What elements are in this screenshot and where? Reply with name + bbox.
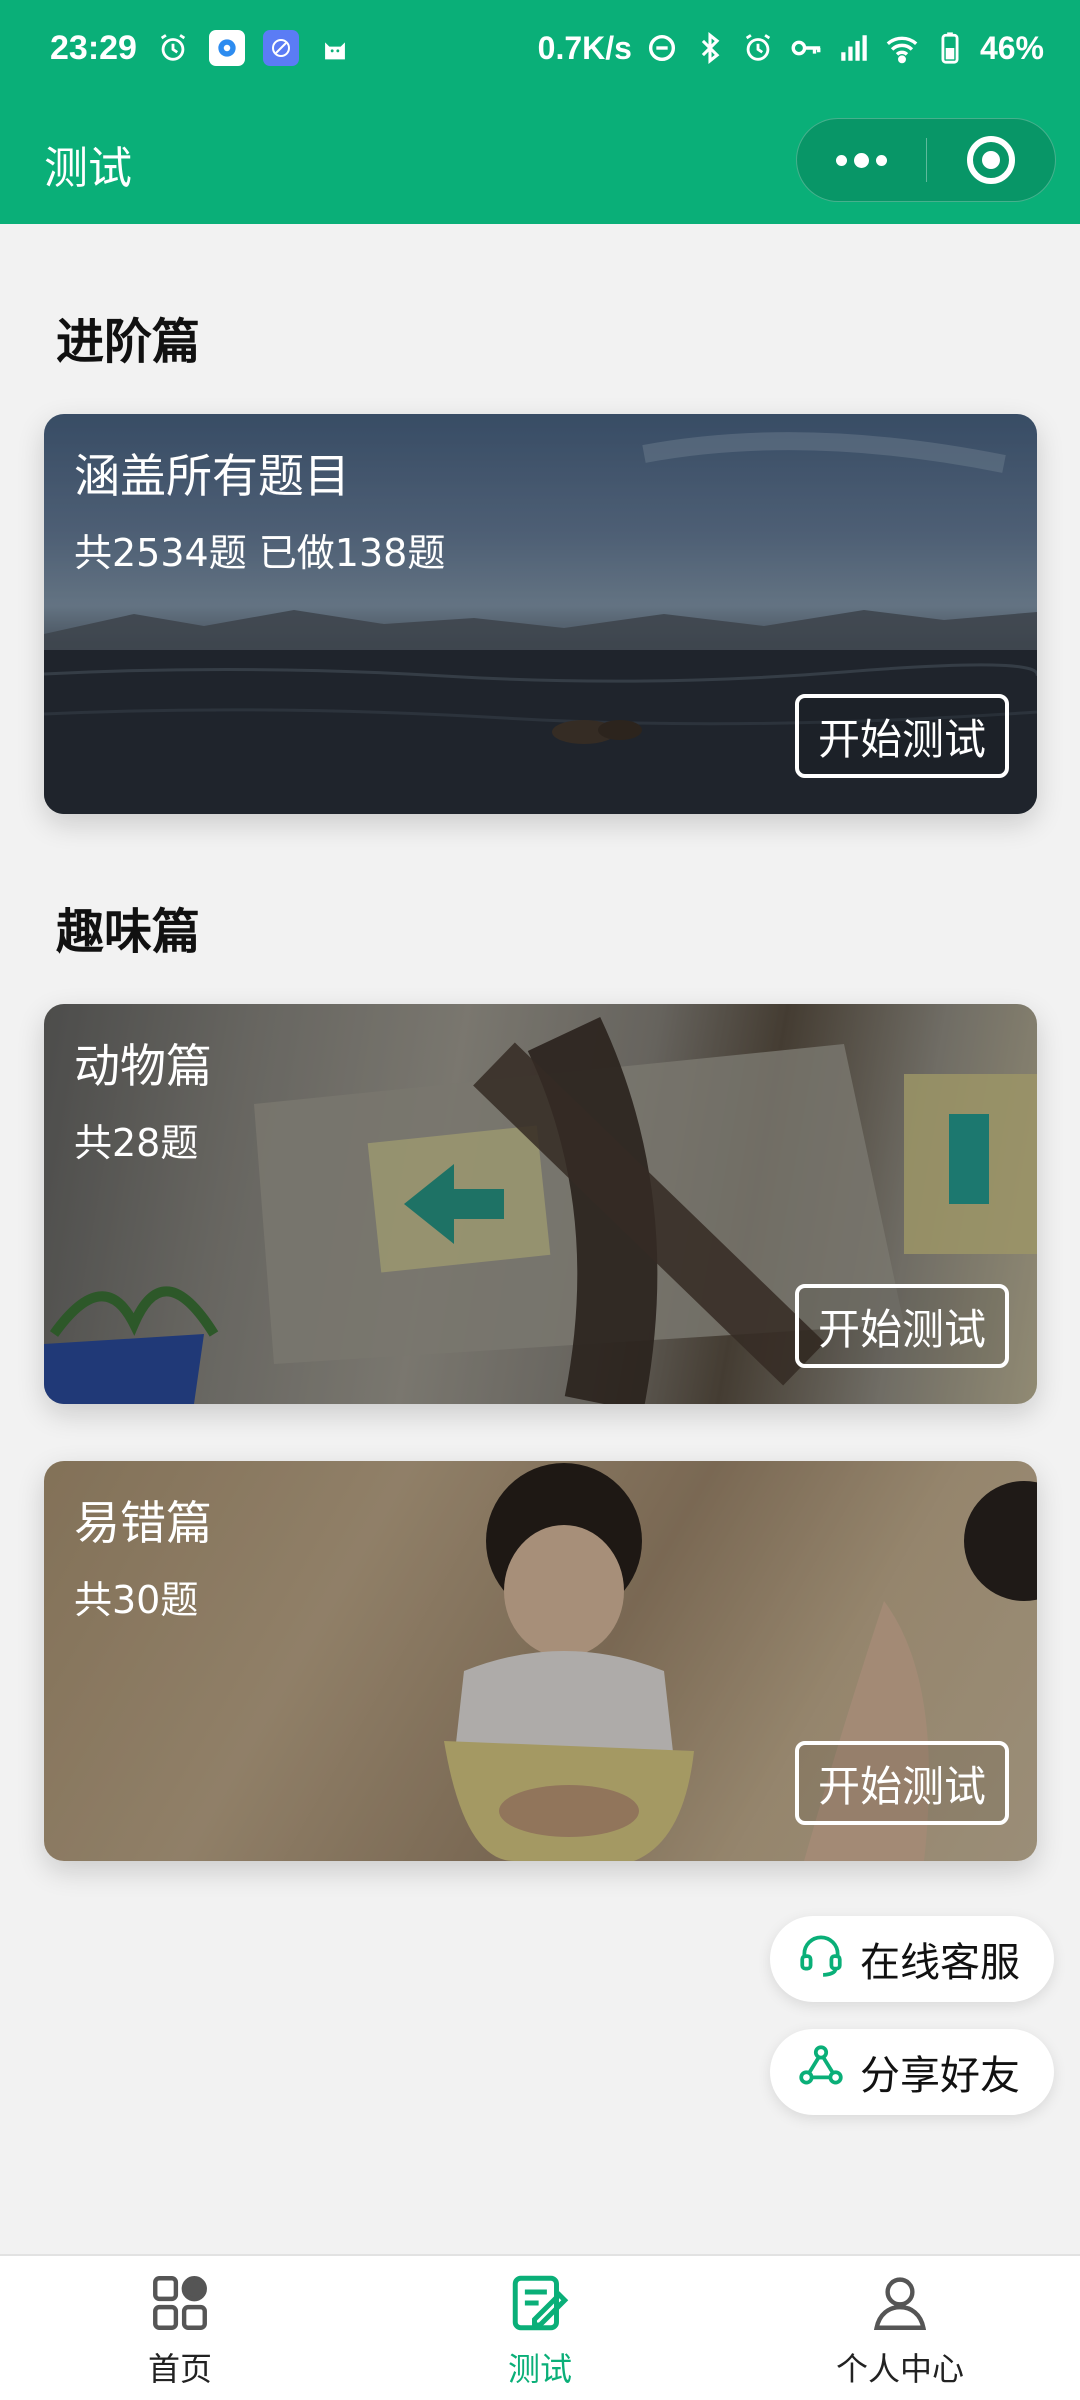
network-speed: 0.7K/s bbox=[537, 29, 632, 66]
bottom-tab-bar: 首页 测试 个人中心 bbox=[0, 2254, 1080, 2400]
nav-bar: 测试 bbox=[0, 96, 1080, 224]
card-question-count: 共28题 bbox=[74, 1121, 199, 1165]
screen: 23:29 0.7K/s 46% 测试 进阶篇 涵盖所有题目 共2534题 已做… bbox=[0, 0, 1080, 2400]
tab-home-label: 首页 bbox=[147, 2350, 212, 2388]
page-title: 测试 bbox=[44, 143, 132, 194]
tab-profile[interactable]: 个人中心 bbox=[720, 2256, 1080, 2400]
tab-test[interactable]: 测试 bbox=[360, 2256, 720, 2400]
status-bar: 23:29 0.7K/s 46% bbox=[0, 0, 1080, 96]
cat-app-icon bbox=[317, 30, 353, 66]
bluetooth-icon bbox=[692, 30, 728, 66]
tab-profile-label: 个人中心 bbox=[835, 2350, 964, 2388]
dnd-icon bbox=[644, 30, 680, 66]
alarm-icon bbox=[155, 30, 191, 66]
card-all-questions[interactable]: 涵盖所有题目 共2534题 已做138题 开始测试 bbox=[44, 414, 1037, 814]
alarm-icon-right bbox=[740, 30, 776, 66]
section-title-fun: 趣味篇 bbox=[56, 904, 201, 960]
vpn-key-icon bbox=[788, 30, 824, 66]
close-button[interactable] bbox=[926, 118, 1055, 202]
online-service-button[interactable]: 在线客服 bbox=[770, 1916, 1054, 2002]
start-test-button[interactable]: 开始测试 bbox=[795, 1284, 1009, 1368]
tab-home[interactable]: 首页 bbox=[0, 2256, 360, 2400]
card-animals[interactable]: 动物篇 共28题 开始测试 bbox=[44, 1004, 1037, 1404]
battery-percent: 46% bbox=[979, 29, 1044, 66]
wifi-icon bbox=[884, 30, 920, 66]
card-question-count: 共30题 bbox=[74, 1578, 199, 1622]
start-test-button[interactable]: 开始测试 bbox=[795, 1741, 1009, 1825]
user-icon bbox=[867, 2270, 933, 2340]
more-dots-icon bbox=[835, 152, 887, 168]
more-button[interactable] bbox=[797, 118, 926, 202]
card-mistakes[interactable]: 易错篇 共30题 开始测试 bbox=[44, 1461, 1037, 1861]
edit-note-icon bbox=[507, 2270, 573, 2340]
status-right: 0.7K/s 46% bbox=[538, 30, 1044, 67]
share-icon bbox=[796, 2042, 846, 2102]
clock: 23:29 bbox=[50, 28, 137, 67]
card-question-count: 共2534题 已做138题 bbox=[74, 531, 446, 575]
share-friends-button[interactable]: 分享好友 bbox=[770, 2029, 1054, 2115]
tab-test-label: 测试 bbox=[507, 2350, 572, 2388]
browser-app-icon bbox=[262, 30, 299, 66]
card-title: 涵盖所有题目 bbox=[74, 449, 350, 503]
status-left: 23:29 bbox=[50, 29, 353, 68]
card-title: 动物篇 bbox=[74, 1039, 212, 1093]
settings-app-icon bbox=[208, 30, 245, 66]
section-title-advanced: 进阶篇 bbox=[56, 314, 201, 370]
close-target-icon bbox=[966, 136, 1015, 184]
online-service-label: 在线客服 bbox=[860, 1940, 1020, 1986]
cell-signal-icon bbox=[836, 30, 872, 66]
home-grid-icon bbox=[147, 2270, 213, 2340]
mini-program-capsule bbox=[796, 118, 1056, 202]
headset-icon bbox=[796, 1929, 846, 1989]
battery-icon bbox=[932, 30, 968, 66]
share-friends-label: 分享好友 bbox=[860, 2053, 1020, 2099]
card-title: 易错篇 bbox=[74, 1496, 212, 1550]
start-test-button[interactable]: 开始测试 bbox=[795, 694, 1009, 778]
